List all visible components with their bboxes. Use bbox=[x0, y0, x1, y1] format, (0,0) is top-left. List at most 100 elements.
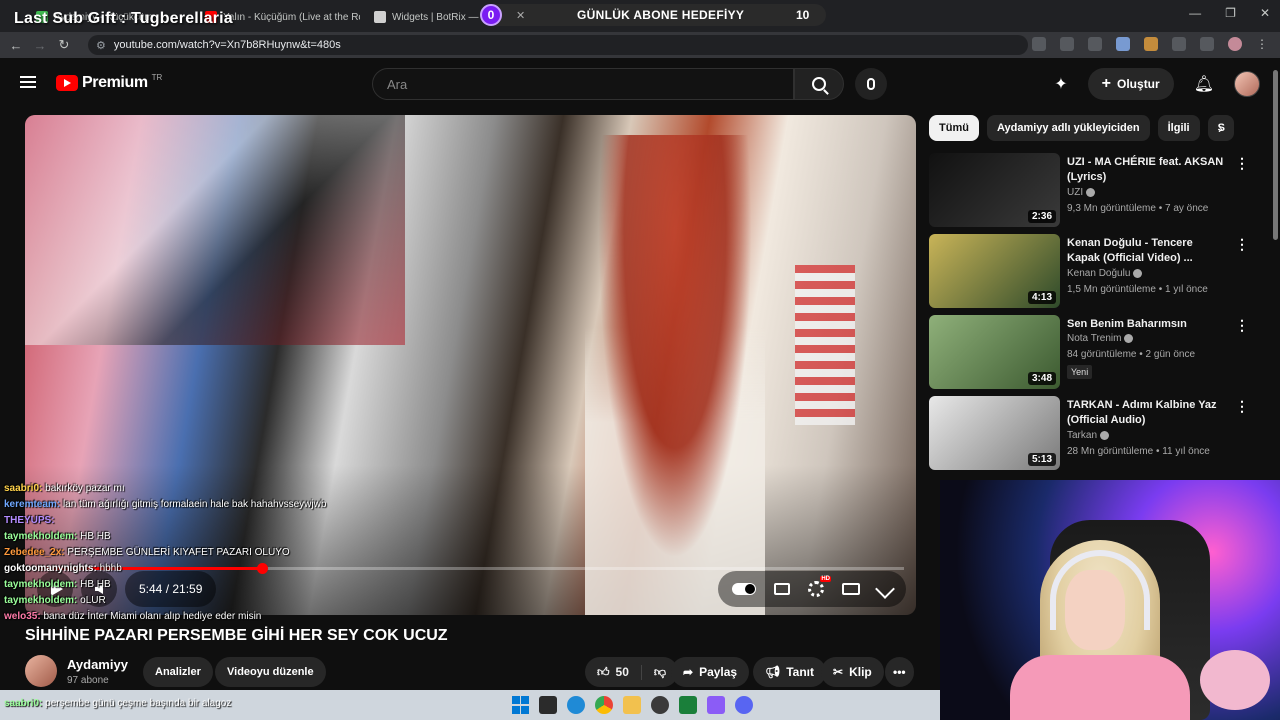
theater-mode-icon[interactable] bbox=[842, 583, 860, 595]
goal-current: 0 bbox=[480, 4, 502, 26]
recommendation-item[interactable]: 5:13 TARKAN - Adımı Kalbine Yaz (Official… bbox=[929, 396, 1269, 474]
video-thumbnail[interactable]: 2:36 bbox=[929, 153, 1060, 227]
forward-icon[interactable]: → bbox=[28, 38, 52, 53]
recommendation-channel[interactable]: UZI bbox=[1067, 187, 1096, 198]
clip-button[interactable]: ✂ Klip bbox=[821, 657, 884, 687]
promote-label: Tanıt bbox=[786, 665, 815, 679]
duration-badge: 3:48 bbox=[1027, 372, 1056, 385]
subscriber-count: 97 abone bbox=[67, 675, 109, 686]
recommendation-title[interactable]: TARKAN - Adımı Kalbine Yaz (Official Aud… bbox=[1067, 398, 1227, 429]
account-avatar[interactable] bbox=[1234, 71, 1260, 97]
more-actions-button[interactable]: ••• bbox=[885, 657, 914, 687]
chip-all[interactable]: Tümü bbox=[929, 115, 979, 141]
recommendation-title[interactable]: UZI - MA CHÉRIE feat. AKSAN (Lyrics) bbox=[1067, 155, 1227, 186]
subtitles-icon[interactable] bbox=[774, 583, 790, 595]
recommendation-title[interactable]: Kenan Doğulu - Tencere Kapak (Official V… bbox=[1067, 236, 1227, 267]
url-text: youtube.com/watch?v=Xn7b8RHuynw&t=480s bbox=[113, 39, 341, 51]
recommendation-item[interactable]: 4:13 Kenan Doğulu - Tencere Kapak (Offici… bbox=[929, 234, 1269, 312]
tab-title: Widgets | BotRix — Cloud bbox=[392, 11, 484, 23]
create-button[interactable]: + Oluştur bbox=[1087, 68, 1174, 100]
menu-icon[interactable] bbox=[20, 76, 36, 88]
more-vertical-icon[interactable]: ⋮ bbox=[1235, 236, 1249, 253]
video-thumbnail[interactable]: 3:48 bbox=[929, 315, 1060, 389]
like-button[interactable]: 👍︎ 50 bbox=[585, 664, 642, 680]
game-app-icon[interactable] bbox=[679, 696, 697, 714]
share-button[interactable]: ➦ Paylaş bbox=[671, 657, 750, 687]
reading-list-icon[interactable] bbox=[1200, 37, 1214, 51]
back-icon[interactable]: ← bbox=[4, 38, 28, 53]
voice-search-button[interactable] bbox=[855, 68, 887, 100]
chat-username: saabri0: bbox=[4, 698, 43, 709]
chevron-right-icon[interactable]: › bbox=[1218, 120, 1223, 136]
address-bar[interactable]: ⚙ youtube.com/watch?v=Xn7b8RHuynw&t=480s bbox=[88, 35, 1028, 55]
obs-icon[interactable] bbox=[651, 696, 669, 714]
streamer-webcam bbox=[940, 480, 1280, 720]
channel-row: Aydamiyy 97 abone Analizler Videoyu düze… bbox=[25, 655, 916, 691]
more-vertical-icon[interactable]: ⋮ bbox=[1235, 398, 1249, 415]
new-badge: Yeni bbox=[1067, 365, 1093, 379]
more-vertical-icon[interactable]: ⋮ bbox=[1235, 317, 1249, 334]
tab-title: Yalın - Küçüğüm (Live at the Ro bbox=[223, 11, 360, 23]
chip-from-uploader[interactable]: Aydamiyy adlı yükleyiciden bbox=[986, 115, 1150, 141]
more-horizontal-icon: ••• bbox=[893, 665, 906, 679]
site-info-icon[interactable]: ⚙ bbox=[96, 39, 106, 52]
notifications-bell-icon[interactable]: 🔔︎ bbox=[1194, 74, 1214, 94]
settings-gear-icon[interactable] bbox=[808, 576, 831, 597]
chat-username: goktoomanynights: bbox=[4, 563, 97, 574]
search-input[interactable]: Ara bbox=[372, 68, 794, 100]
gemini-sparkle-icon[interactable]: ✦ bbox=[1054, 74, 1067, 94]
zoom-icon[interactable] bbox=[1032, 37, 1046, 51]
task-view-icon[interactable] bbox=[539, 696, 557, 714]
twitch-icon[interactable] bbox=[707, 696, 725, 714]
browser-tab[interactable]: Widgets | BotRix — Cloud bbox=[374, 6, 484, 28]
promote-button[interactable]: 📢︎ Tanıt bbox=[753, 657, 827, 687]
restore-icon[interactable]: ❐ bbox=[1225, 6, 1236, 20]
analytics-button[interactable]: Analizler bbox=[143, 657, 213, 687]
megaphone-icon: 📢︎ bbox=[765, 665, 781, 679]
verified-check-icon bbox=[1100, 430, 1110, 440]
fullscreen-icon[interactable] bbox=[875, 579, 895, 599]
reload-icon[interactable]: ↻ bbox=[52, 37, 76, 53]
channel-name[interactable]: Aydamiyy bbox=[67, 657, 128, 672]
chat-text: oLUR bbox=[80, 595, 106, 606]
youtube-play-icon bbox=[56, 75, 78, 91]
file-explorer-icon[interactable] bbox=[623, 696, 641, 714]
discord-icon[interactable] bbox=[735, 696, 753, 714]
autoplay-toggle[interactable] bbox=[732, 583, 756, 595]
browser-menu-icon[interactable]: ⋮ bbox=[1256, 37, 1268, 51]
more-vertical-icon[interactable]: ⋮ bbox=[1235, 155, 1249, 172]
video-thumbnail[interactable]: 4:13 bbox=[929, 234, 1060, 308]
channel-name: Nota Trenim bbox=[1067, 333, 1122, 344]
chrome-icon[interactable] bbox=[595, 696, 613, 714]
recommendation-channel[interactable]: Kenan Doğulu bbox=[1067, 268, 1143, 279]
verified-check-icon bbox=[1133, 268, 1143, 278]
windows-start-icon[interactable] bbox=[512, 696, 529, 714]
translate-icon[interactable] bbox=[1116, 37, 1130, 51]
edit-video-button[interactable]: Videoyu düzenle bbox=[215, 657, 326, 687]
bookmark-star-icon[interactable] bbox=[1088, 37, 1102, 51]
chat-bottom-message: saabri0: perşembe günü çeşme başında bir… bbox=[4, 698, 231, 709]
video-frame-clothes bbox=[25, 115, 405, 345]
channel-name: Tarkan bbox=[1067, 430, 1098, 441]
edge-browser-icon[interactable] bbox=[567, 696, 585, 714]
recommendation-channel[interactable]: Tarkan bbox=[1067, 430, 1110, 441]
page-scrollbar[interactable] bbox=[1273, 70, 1278, 240]
extensions-puzzle-icon[interactable] bbox=[1172, 37, 1186, 51]
video-thumbnail[interactable]: 5:13 bbox=[929, 396, 1060, 470]
chat-message: keremteam: lan tüm ağırlığı gitmiş forma… bbox=[4, 498, 334, 511]
recommendation-item[interactable]: 3:48 Sen Benim Baharımsın Nota Trenim 84 gö… bbox=[929, 315, 1269, 393]
channel-avatar[interactable] bbox=[25, 655, 57, 687]
cast-icon[interactable] bbox=[1060, 37, 1074, 51]
recommendation-item[interactable]: 2:36 UZI - MA CHÉRIE feat. AKSAN (Lyrics)… bbox=[929, 153, 1269, 231]
recommendation-channel[interactable]: Nota Trenim bbox=[1067, 333, 1134, 344]
minimize-icon[interactable]: — bbox=[1189, 6, 1201, 20]
close-window-icon[interactable]: ✕ bbox=[1260, 6, 1270, 20]
profile-avatar[interactable] bbox=[1228, 37, 1242, 51]
tab-favicon-icon bbox=[374, 11, 386, 23]
search-button[interactable] bbox=[794, 68, 844, 100]
extension-icon[interactable] bbox=[1144, 37, 1158, 51]
recommendation-title[interactable]: Sen Benim Baharımsın bbox=[1067, 317, 1227, 332]
youtube-premium-logo[interactable]: Premium TR bbox=[56, 73, 162, 92]
like-count: 50 bbox=[615, 665, 629, 679]
chip-related[interactable]: İlgili bbox=[1157, 115, 1200, 141]
